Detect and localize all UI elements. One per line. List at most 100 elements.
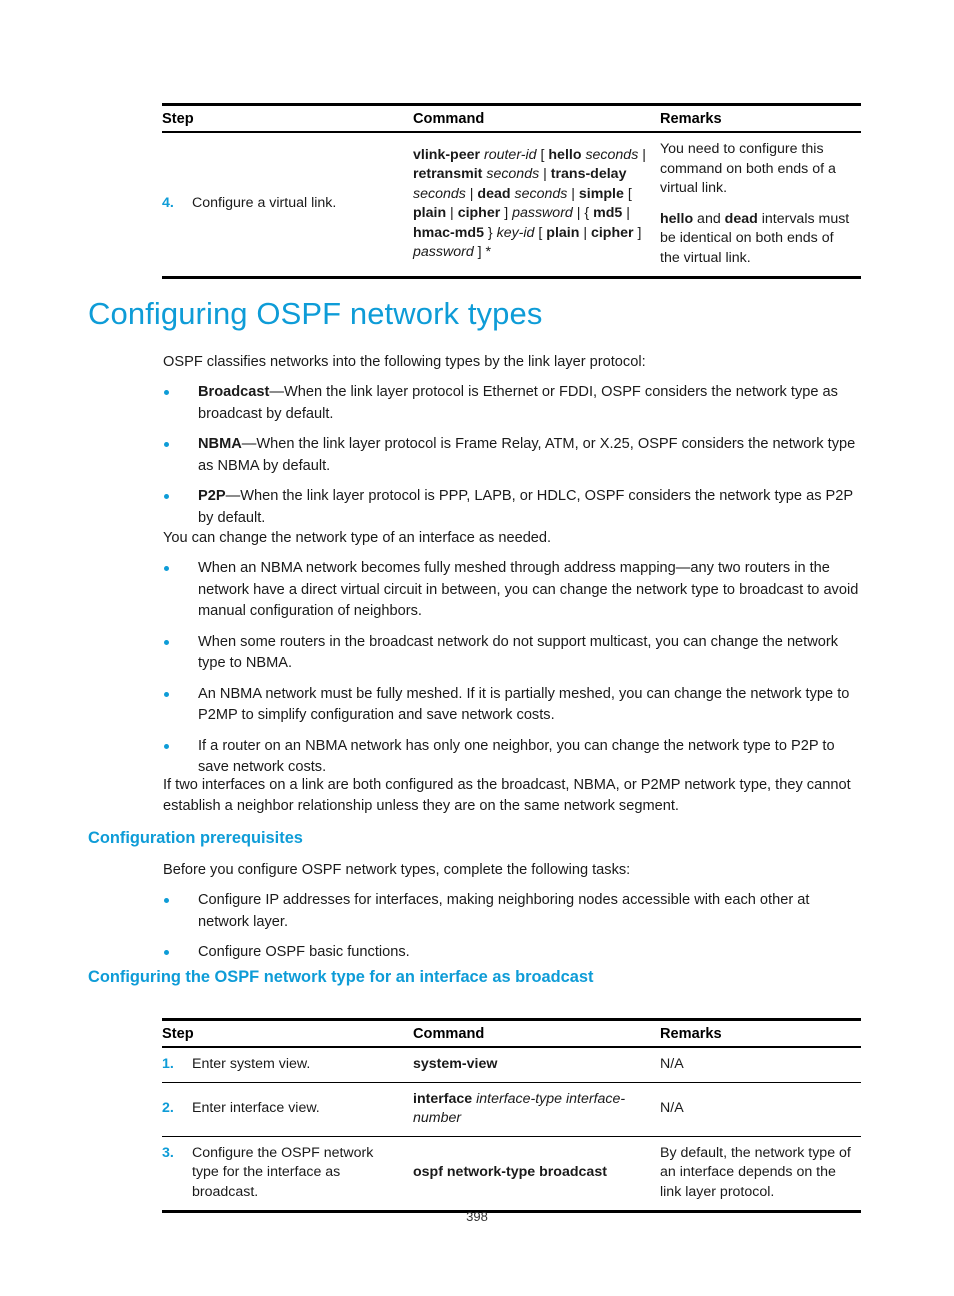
text-run: —When the link layer protocol is PPP, LA…: [198, 488, 853, 526]
text-run: dead: [477, 185, 511, 202]
text-run: system-view: [413, 1056, 498, 1072]
text-run: You need to configure this command on bo…: [660, 141, 836, 197]
table-row: 1. Enter system view. system-view N/A: [162, 1047, 861, 1082]
remark-paragraph: hello and dead intervals must be identic…: [660, 210, 851, 269]
bullet-icon: [164, 898, 169, 904]
text-run: If a router on an NBMA network has only …: [198, 737, 835, 775]
bullet-icon: [164, 691, 169, 697]
cell-remarks: N/A: [660, 1081, 861, 1137]
text-run: Configure IP addresses for interfaces, m…: [198, 892, 810, 930]
document-page: Step Command Remarks 4. Configure a virtu…: [0, 0, 954, 1296]
text-run: |: [539, 166, 551, 183]
list-item: Broadcast—When the link layer protocol i…: [163, 382, 863, 425]
list-item: When an NBMA network becomes fully meshe…: [163, 558, 863, 622]
text-run: retransmit: [413, 166, 483, 183]
text-run: and: [693, 210, 725, 227]
text-run: [: [534, 224, 547, 241]
text-run: NBMA: [198, 436, 242, 453]
list-item: If a router on an NBMA network has only …: [163, 736, 863, 779]
cell-step: 4. Configure a virtual link.: [162, 132, 413, 277]
intro-paragraph: OSPF classifies networks into the follow…: [163, 354, 646, 370]
cell-step: 2. Enter interface view.: [162, 1081, 413, 1137]
text-run: md5: [593, 205, 623, 222]
text-run: password: [512, 205, 573, 222]
heading-ospf-network-type-broadcast: Configuring the OSPF network type for an…: [88, 968, 594, 986]
bullet-icon: [164, 390, 169, 396]
cell-command: interface interface-type interface-numbe…: [413, 1081, 660, 1137]
text-run: seconds: [413, 185, 466, 202]
cell-command: system-view: [413, 1047, 660, 1082]
text-run: trans-delay: [550, 166, 627, 183]
table-header: Step Command Remarks: [162, 1019, 861, 1048]
step-description: Configure the OSPF network type for the …: [192, 1144, 374, 1200]
text-run: When an NBMA network becomes fully meshe…: [198, 560, 859, 620]
cell-step: 3. Configure the OSPF network type for th…: [162, 1135, 413, 1212]
text-run: plain: [546, 224, 580, 241]
text-run: —When the link layer protocol is Etherne…: [198, 384, 838, 422]
step-number: 1.: [162, 1056, 174, 1072]
column-header-command: Command: [413, 1019, 660, 1048]
text-run: hello: [660, 210, 694, 227]
table-row: 3. Configure the OSPF network type for th…: [162, 1135, 861, 1212]
step-number: 3.: [162, 1144, 174, 1161]
text-run: —When the link layer protocol is Frame R…: [198, 436, 856, 474]
text-run: N/A: [660, 1056, 684, 1072]
text-run: An NBMA network must be fully meshed. If…: [198, 685, 850, 724]
text-run: vlink-peer: [413, 146, 481, 163]
bullet-icon: [164, 442, 169, 448]
bullet-icon: [164, 494, 169, 500]
step-number: 2.: [162, 1100, 174, 1117]
cell-command: vlink-peer router-id [ hello seconds | r…: [413, 132, 660, 277]
bullet-icon: [164, 950, 169, 956]
prerequisites-intro: Before you configure OSPF network types,…: [163, 862, 631, 878]
text-run: ]: [500, 205, 513, 222]
remark-paragraph: N/A: [660, 1055, 851, 1075]
list-item: NBMA—When the link layer protocol is Fra…: [163, 434, 863, 477]
text-run: dead: [724, 210, 758, 227]
table-body: 1. Enter system view. system-view N/A 2. Ente…: [162, 1047, 861, 1212]
page-title: Configuring OSPF network types: [88, 296, 543, 331]
list-item: When some routers in the broadcast netwo…: [163, 632, 863, 675]
text-run: | {: [572, 205, 594, 222]
text-run: Configure OSPF basic functions.: [198, 944, 410, 961]
cell-remarks: You need to configure this command on bo…: [660, 132, 861, 277]
text-run: }: [483, 224, 497, 241]
column-header-step: Step: [162, 104, 413, 133]
step-description: Enter system view.: [192, 1056, 311, 1072]
text-run: ] *: [473, 244, 492, 261]
text-run: password: [413, 244, 474, 261]
text-run: When some routers in the broadcast netwo…: [198, 633, 839, 672]
broadcast-config-table: Step Command Remarks 1. Enter system view…: [162, 1018, 861, 1213]
text-run: hello: [548, 146, 582, 163]
text-run: P2P: [198, 488, 226, 505]
text-run: By default, the network type of an inter…: [660, 1144, 851, 1200]
text-run: |: [465, 185, 478, 202]
cell-step: 1. Enter system view.: [162, 1047, 413, 1082]
cell-remarks: By default, the network type of an inter…: [660, 1135, 861, 1212]
text-run: ]: [633, 224, 642, 241]
list-item: Configure IP addresses for interfaces, m…: [163, 890, 863, 933]
table-header-row: Step Command Remarks: [162, 104, 861, 133]
table-row: 2. Enter interface view. interface interfa…: [162, 1081, 861, 1137]
cell-remarks: N/A: [660, 1047, 861, 1082]
text-run: cipher: [457, 205, 501, 222]
text-run: router-id: [483, 146, 537, 163]
text-run: key-id: [496, 224, 535, 241]
remark-paragraph: By default, the network type of an inter…: [660, 1144, 851, 1203]
text-run: cipher: [590, 224, 634, 241]
change-type-list: When an NBMA network becomes fully meshe…: [163, 558, 863, 778]
text-run: seconds: [514, 185, 568, 202]
list-item: An NBMA network must be fully meshed. If…: [163, 684, 863, 727]
step-description: Enter interface view.: [192, 1100, 320, 1117]
remark-paragraph: N/A: [660, 1099, 851, 1119]
text-run: Broadcast: [198, 384, 270, 401]
network-type-list: Broadcast—When the link layer protocol i…: [163, 382, 863, 529]
text-run: |: [567, 185, 579, 202]
heading-configuration-prerequisites: Configuration prerequisites: [88, 829, 303, 847]
closing-block: If two interfaces on a link are both con…: [163, 775, 863, 818]
prerequisites-list: Configure IP addresses for interfaces, m…: [163, 890, 863, 963]
text-run: simple: [578, 185, 624, 202]
text-run: ospf network-type broadcast: [413, 1164, 607, 1181]
column-header-command: Command: [413, 104, 660, 133]
column-header-remarks: Remarks: [660, 1019, 861, 1048]
